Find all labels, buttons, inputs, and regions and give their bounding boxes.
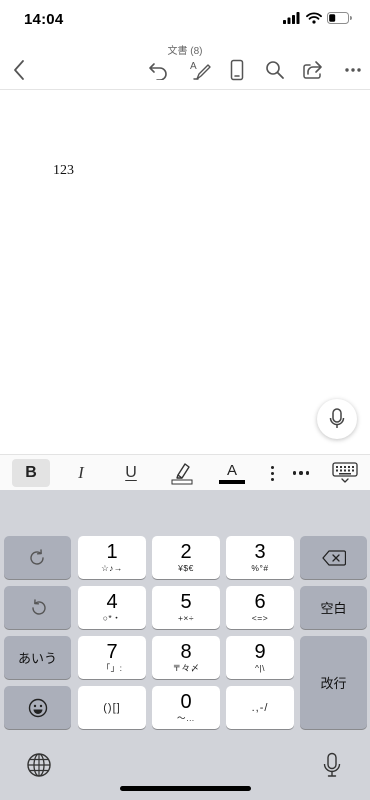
mobile-view-button[interactable] xyxy=(223,56,251,84)
kana-mode-key[interactable]: あいう xyxy=(4,636,71,679)
underline-button[interactable]: U xyxy=(114,459,148,487)
share-button[interactable] xyxy=(299,56,327,84)
cellular-signal-icon xyxy=(283,12,301,24)
key-0-number: 0 xyxy=(180,691,192,713)
key-7-number: 7 xyxy=(106,641,118,663)
key-6[interactable]: 6 <=> xyxy=(226,586,294,629)
key-5-symbols: +×÷ xyxy=(177,613,195,623)
key-9-number: 9 xyxy=(254,641,266,663)
wifi-icon xyxy=(306,12,322,24)
edit-mode-button[interactable]: A xyxy=(186,56,214,84)
key-6-symbols: <=> xyxy=(251,613,269,623)
key-7[interactable]: 7 「」: xyxy=(78,636,146,679)
home-indicator[interactable] xyxy=(120,786,251,791)
key-4[interactable]: 4 ○*・ xyxy=(78,586,146,629)
key-8[interactable]: 8 〒々〆 xyxy=(152,636,220,679)
undo-arrow-icon xyxy=(29,598,47,617)
font-color-swatch xyxy=(219,480,245,484)
keyboard-bottom-row xyxy=(0,740,370,800)
status-bar: 14:04 xyxy=(0,0,370,38)
key-3-symbols: %°# xyxy=(251,563,269,573)
delete-key[interactable] xyxy=(300,536,367,579)
mobile-view-icon xyxy=(230,59,244,81)
key-3-number: 3 xyxy=(254,541,266,563)
key-7-symbols: 「」: xyxy=(101,663,123,673)
font-color-button[interactable]: A xyxy=(215,459,249,487)
key-9[interactable]: 9 ^|\ xyxy=(226,636,294,679)
svg-text:A: A xyxy=(190,61,197,72)
redo-key[interactable] xyxy=(4,536,71,579)
undo-button[interactable] xyxy=(145,56,173,84)
undo-icon xyxy=(148,60,170,80)
microphone-icon xyxy=(329,408,345,430)
dictation-button[interactable] xyxy=(322,752,342,778)
key-4-number: 4 xyxy=(106,591,118,613)
keyboard-microphone-icon xyxy=(322,752,342,778)
search-icon xyxy=(265,60,285,80)
emoji-key[interactable] xyxy=(4,686,71,729)
status-icons xyxy=(283,12,352,24)
highlighter-icon xyxy=(170,461,194,485)
font-color-label: A xyxy=(226,462,237,479)
key-5[interactable]: 5 +×÷ xyxy=(152,586,220,629)
keyboard-dismiss-icon xyxy=(332,462,358,484)
kana-mode-label: あいう xyxy=(17,651,57,666)
key-5-number: 5 xyxy=(180,591,192,613)
key-0-symbols: 〜… xyxy=(176,713,195,723)
format-options-button[interactable] xyxy=(262,459,282,487)
return-key-label: 改行 xyxy=(320,676,347,691)
highlight-button[interactable] xyxy=(165,459,199,487)
globe-icon xyxy=(26,752,52,778)
key-1-symbols: ☆♪→ xyxy=(101,563,123,573)
back-chevron-icon xyxy=(12,59,26,81)
key-1[interactable]: 1 ☆♪→ xyxy=(78,536,146,579)
more-formatting-button[interactable] xyxy=(287,459,315,487)
bold-button[interactable]: B xyxy=(12,459,50,487)
brackets-key-label: ()[] xyxy=(103,701,121,714)
punctuation-key-label: .,-/ xyxy=(251,701,269,714)
document-canvas[interactable]: 123 xyxy=(0,91,370,454)
brackets-key[interactable]: ()[] xyxy=(78,686,146,729)
key-8-symbols: 〒々〆 xyxy=(172,663,200,673)
document-text[interactable]: 123 xyxy=(53,163,74,179)
space-key[interactable]: 空白 xyxy=(300,586,367,629)
status-time: 14:04 xyxy=(24,11,64,28)
text-edit-pen-icon: A xyxy=(189,59,211,81)
italic-button[interactable]: I xyxy=(64,459,98,487)
dictate-button[interactable] xyxy=(317,399,357,439)
space-key-label: 空白 xyxy=(320,601,347,616)
key-2-number: 2 xyxy=(180,541,192,563)
undo-key[interactable] xyxy=(4,586,71,629)
globe-button[interactable] xyxy=(26,752,52,778)
document-title: 文書 (8) xyxy=(167,46,203,57)
share-icon xyxy=(302,60,324,80)
back-button[interactable] xyxy=(5,56,33,84)
formatting-bar: B I U A xyxy=(0,454,370,490)
key-2-symbols: ¥$€ xyxy=(178,563,194,573)
key-4-symbols: ○*・ xyxy=(102,613,122,623)
battery-icon xyxy=(327,12,352,24)
keyboard: 1 ☆♪→ 2 ¥$€ 3 %°# 4 ○*・ 5 +×÷ 6 <=> 空白 あ… xyxy=(0,490,370,800)
key-0[interactable]: 0 〜… xyxy=(152,686,220,729)
key-1-number: 1 xyxy=(106,541,118,563)
search-button[interactable] xyxy=(261,56,289,84)
more-button[interactable] xyxy=(339,56,367,84)
key-2[interactable]: 2 ¥$€ xyxy=(152,536,220,579)
key-6-number: 6 xyxy=(254,591,266,613)
punctuation-key[interactable]: .,-/ xyxy=(226,686,294,729)
backspace-icon xyxy=(321,549,346,566)
return-key[interactable]: 改行 xyxy=(300,636,367,729)
key-8-number: 8 xyxy=(180,641,192,663)
key-9-symbols: ^|\ xyxy=(254,663,266,673)
top-toolbar: 文書 (8) A xyxy=(0,38,370,90)
more-icon xyxy=(344,67,362,73)
emoji-icon xyxy=(28,698,48,718)
hide-keyboard-button[interactable] xyxy=(330,459,360,487)
key-3[interactable]: 3 %°# xyxy=(226,536,294,579)
redo-arrow-icon xyxy=(29,548,47,567)
